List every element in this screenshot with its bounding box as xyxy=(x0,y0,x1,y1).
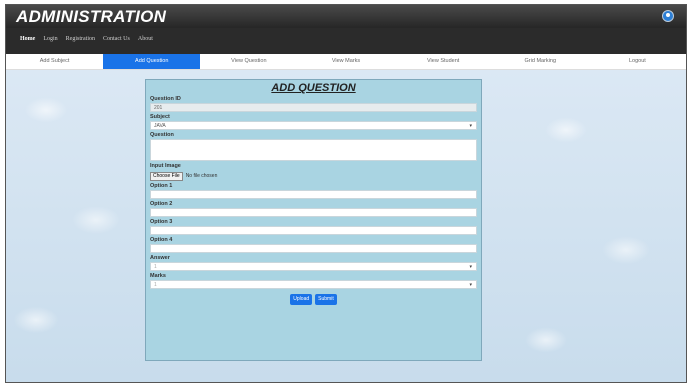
question-id-field: 201 xyxy=(150,103,477,112)
app-title: ADMINISTRATION xyxy=(16,7,167,26)
nav-login[interactable]: Login xyxy=(43,36,57,42)
option3-label: Option 3 xyxy=(150,219,173,225)
subject-select[interactable]: JAVA xyxy=(150,121,477,130)
tab-add-subject[interactable]: Add Subject xyxy=(6,54,103,69)
option3-input[interactable] xyxy=(150,226,477,235)
nav-about[interactable]: About xyxy=(138,36,153,42)
tab-view-question[interactable]: View Question xyxy=(200,54,297,69)
question-label: Question xyxy=(150,132,174,138)
subject-label: Subject xyxy=(150,114,170,120)
navbar: Home Login Registration Contact Us About xyxy=(6,28,686,54)
option2-input[interactable] xyxy=(150,208,477,217)
nav-contact-us[interactable]: Contact Us xyxy=(103,36,130,42)
nav-links: Home Login Registration Contact Us About xyxy=(20,36,153,42)
browser-frame: ADMINISTRATION Home Login Registration C… xyxy=(5,4,687,383)
topbar: ADMINISTRATION xyxy=(6,5,686,28)
option1-label: Option 1 xyxy=(150,183,173,189)
form-heading: ADD QUESTION xyxy=(271,82,356,94)
question-textarea[interactable] xyxy=(150,139,477,161)
tab-logout[interactable]: Logout xyxy=(589,54,686,69)
answer-label: Answer xyxy=(150,255,170,261)
option2-label: Option 2 xyxy=(150,201,173,207)
answer-select[interactable]: 1 xyxy=(150,262,477,271)
upload-button[interactable]: Upload xyxy=(290,294,313,305)
option4-label: Option 4 xyxy=(150,237,173,243)
submit-button[interactable]: Submit xyxy=(315,294,337,305)
marks-select[interactable]: 1 xyxy=(150,280,477,289)
question-id-label: Question ID xyxy=(150,96,181,102)
option1-input[interactable] xyxy=(150,190,477,199)
tab-view-marks[interactable]: View Marks xyxy=(297,54,394,69)
option4-input[interactable] xyxy=(150,244,477,253)
input-image-label: Input Image xyxy=(150,163,181,169)
user-circle-icon[interactable] xyxy=(662,10,674,22)
file-input: Choose File No file chosen xyxy=(150,171,477,181)
nav-registration[interactable]: Registration xyxy=(66,36,95,42)
tab-grid-marking[interactable]: Grid Marking xyxy=(492,54,589,69)
admin-tabs: Add Subject Add Question View Question V… xyxy=(6,54,686,70)
nav-home[interactable]: Home xyxy=(20,36,35,42)
marks-label: Marks xyxy=(150,273,166,279)
tab-view-student[interactable]: View Student xyxy=(395,54,492,69)
form-actions: Upload Submit xyxy=(150,294,477,305)
choose-file-button[interactable]: Choose File xyxy=(150,171,183,181)
add-question-form: ADD QUESTION Question ID 201 Subject JAV… xyxy=(145,79,482,361)
tab-add-question[interactable]: Add Question xyxy=(103,54,201,69)
content-area: ADD QUESTION Question ID 201 Subject JAV… xyxy=(6,70,686,382)
no-file-text: No file chosen xyxy=(185,173,218,179)
